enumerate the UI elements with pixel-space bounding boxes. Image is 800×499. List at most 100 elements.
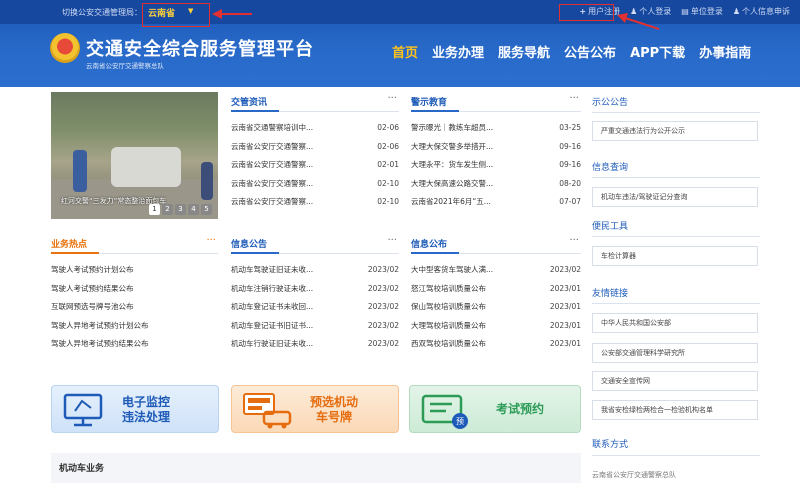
- friend-link[interactable]: 公安部交通管理科学研究所: [592, 343, 758, 363]
- item-date: 2023/01: [549, 320, 581, 330]
- province-selector[interactable]: 云南省: [148, 6, 175, 19]
- friend-link[interactable]: 交通安全宣传网: [592, 371, 758, 391]
- friend-link[interactable]: 中华人民共和国公安部: [592, 313, 758, 333]
- list-item[interactable]: 驾驶人异地考试预约计划公布: [51, 317, 218, 336]
- list-item[interactable]: 大理驾校培训质量公布 2023/01: [411, 317, 581, 336]
- column-underline: [411, 252, 459, 254]
- list-item[interactable]: 互联网预选号牌号池公布: [51, 298, 218, 317]
- list-item[interactable]: 云南省公安厅交通警察... 02-06: [231, 138, 399, 157]
- list-item[interactable]: 云南省公安厅交通警察... 02-10: [231, 175, 399, 194]
- appeal-label: 个人信息申诉: [742, 7, 790, 16]
- column-underline: [51, 252, 99, 254]
- slider-officer: [73, 150, 87, 192]
- list-item[interactable]: 机动车登记证书旧证书... 2023/02: [231, 317, 399, 336]
- more-link[interactable]: ···: [387, 235, 397, 246]
- list-item[interactable]: 大理永平：货车发生侧... 09-16: [411, 156, 581, 175]
- slider-dot[interactable]: 3: [175, 204, 186, 215]
- nav-business[interactable]: 业务办理: [432, 42, 484, 61]
- friend-link[interactable]: 我省安检绿检两检合一检验机构名单: [592, 400, 758, 420]
- exam-booking-button[interactable]: 预 考试预约: [409, 385, 581, 433]
- notice-section-title: 示公公告: [592, 98, 629, 108]
- item-title: 云南省公安厅交通警察...: [231, 178, 314, 188]
- list-item[interactable]: 云南省公安厅交通警察... 02-01: [231, 156, 399, 175]
- list-item[interactable]: 机动车驾驶证旧证未收... 2023/02: [231, 261, 399, 280]
- site-header: 切换公安交通管理局： 云南省 ▼ + 用户注册 ♟ 个人登录 ▤ 单位登录 ♟ 个人信息…: [0, 0, 800, 87]
- list-item[interactable]: 驾驶人异地考试预约结果公布: [51, 335, 218, 354]
- contact-text: 云南省公安厅交通警察总队: [592, 471, 676, 479]
- e-monitor-violation-button[interactable]: 电子监控 违法处理: [51, 385, 219, 433]
- list-item[interactable]: 机动车行驶证旧证未收... 2023/02: [231, 335, 399, 354]
- warning-column-header: 警示教育 ···: [411, 93, 581, 112]
- slider-dot[interactable]: 1: [149, 204, 160, 215]
- item-title: 西双驾校培训质量公布: [411, 339, 486, 348]
- more-link[interactable]: ···: [569, 235, 579, 246]
- column-title[interactable]: 信息公告: [231, 237, 267, 250]
- column-title[interactable]: 信息公布: [411, 237, 447, 250]
- section-divider: [592, 177, 760, 178]
- appeal-link[interactable]: ♟ 个人信息申诉: [733, 6, 790, 17]
- service-label-line2: 车号牌: [316, 410, 353, 424]
- inspection-calculator-item[interactable]: 车检计算器: [592, 246, 758, 266]
- unit-login-link[interactable]: ▤ 单位登录: [681, 6, 723, 17]
- nav-app-download[interactable]: APP下载: [630, 42, 685, 61]
- column-title[interactable]: 警示教育: [411, 95, 447, 108]
- more-link[interactable]: ···: [387, 93, 397, 104]
- news-slider[interactable]: 红河交警“三发力”常态整治面包车 1 2 3 4 5: [51, 92, 218, 219]
- item-date: 2023/02: [367, 302, 399, 311]
- item-title: 驾驶人异地考试预约结果公布: [51, 339, 149, 348]
- item-date: 02-01: [377, 160, 399, 169]
- slider-dot[interactable]: 4: [188, 204, 199, 215]
- plate-preselect-button[interactable]: 预选机动 车号牌: [231, 385, 399, 433]
- list-item[interactable]: 驾驶人考试预约计划公布: [51, 261, 218, 280]
- list-item[interactable]: 云南省交通警察培训中... 02-06: [231, 119, 399, 138]
- list-item[interactable]: 云南省公安厅交通警察... 02-10: [231, 193, 399, 212]
- list-item[interactable]: 大理大保高速公路交警... 08-20: [411, 175, 581, 194]
- list-item[interactable]: 保山驾校培训质量公布 2023/01: [411, 298, 581, 317]
- warning-list: 警示曝光｜教练车超员... 03-25 大理大保交警多举措开... 09-16 大理…: [411, 119, 581, 212]
- slider-officer-2: [201, 162, 213, 200]
- item-title: 互联网预选号牌号池公布: [51, 302, 134, 311]
- column-title[interactable]: 交管资讯: [231, 95, 267, 108]
- slider-pager: 1 2 3 4 5: [149, 204, 212, 215]
- item-date: 2023/01: [549, 339, 581, 348]
- item-title: 大理驾校培训质量公布: [411, 320, 486, 330]
- annotation-arrow-right-icon: [617, 13, 659, 30]
- list-item[interactable]: 机动车注销行驶证未收... 2023/02: [231, 280, 399, 299]
- item-date: 09-16: [559, 141, 581, 151]
- column-underline: [231, 252, 279, 254]
- violation-query-item[interactable]: 机动车违法/驾驶证记分查询: [592, 187, 758, 207]
- list-item[interactable]: 警示曝光｜教练车超员... 03-25: [411, 119, 581, 138]
- item-title: 机动车注销行驶证未收...: [231, 283, 314, 293]
- list-item[interactable]: 大理大保交警多举措开... 09-16: [411, 138, 581, 157]
- service-label: 考试预约: [496, 402, 545, 416]
- building-icon: ▤: [681, 7, 689, 16]
- nav-announcements[interactable]: 公告公布: [564, 42, 616, 61]
- list-item[interactable]: 大中型客货车驾驶人满... 2023/02: [411, 261, 581, 280]
- item-title: 云南省公安厅交通警察...: [231, 141, 314, 151]
- annotation-arrow-left-icon: [212, 9, 252, 19]
- item-title: 驾驶人考试预约结果公布: [51, 283, 134, 293]
- info-notice-list: 机动车驾驶证旧证未收... 2023/02 机动车注销行驶证未收... 2023/0…: [231, 261, 399, 354]
- item-date: 2023/02: [549, 265, 581, 274]
- caret-down-icon[interactable]: ▼: [188, 7, 193, 15]
- column-title[interactable]: 业务热点: [51, 237, 87, 250]
- more-link[interactable]: ···: [206, 235, 216, 246]
- nav-guide[interactable]: 办事指南: [699, 42, 751, 61]
- person-icon: ♟: [732, 7, 740, 16]
- list-item[interactable]: 云南省2021年6月“五... 07-07: [411, 193, 581, 212]
- list-item[interactable]: 西双驾校培训质量公布 2023/01: [411, 335, 581, 354]
- nav-home[interactable]: 首页: [392, 42, 418, 61]
- column-underline: [231, 110, 279, 112]
- list-item[interactable]: 机动车登记证书未收回... 2023/02: [231, 298, 399, 317]
- item-title: 警示曝光｜教练车超员...: [411, 123, 494, 132]
- item-title: 驾驶人考试预约计划公布: [51, 265, 134, 274]
- list-item[interactable]: 驾驶人考试预约结果公布: [51, 280, 218, 299]
- item-title: 云南省公安厅交通警察...: [231, 160, 314, 169]
- more-link[interactable]: ···: [569, 93, 579, 104]
- nav-service-guide[interactable]: 服务导航: [498, 42, 550, 61]
- slider-dot[interactable]: 5: [201, 204, 212, 215]
- svg-text:预: 预: [456, 416, 464, 426]
- slider-dot[interactable]: 2: [162, 204, 173, 215]
- list-item[interactable]: 怒江驾校培训质量公布 2023/01: [411, 280, 581, 299]
- notice-item[interactable]: 严重交通违法行为公开公示: [592, 121, 758, 141]
